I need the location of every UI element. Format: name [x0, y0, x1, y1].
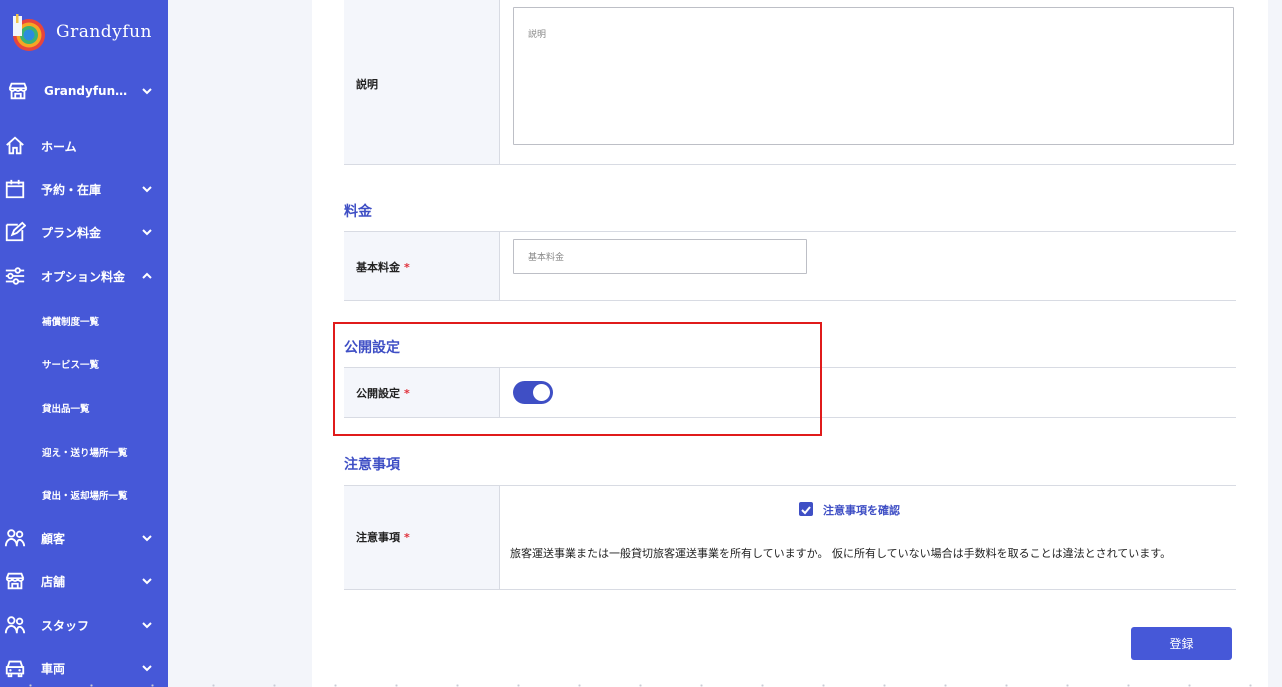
- store-icon: [5, 572, 25, 590]
- chevron-down-icon: [142, 229, 152, 236]
- notes-text: 旅客運送事業または一般貸切旅客運送事業を所有していますか。 仮に所有していない場…: [510, 547, 1172, 560]
- logo-text: Grandyfun: [56, 22, 152, 42]
- store-icon: [8, 82, 28, 100]
- description-placeholder: 説明: [528, 30, 547, 40]
- notes-confirm-label[interactable]: 注意事項を確認: [823, 502, 900, 518]
- sidebar-item-stores[interactable]: 店舗: [0, 563, 168, 599]
- base-price-placeholder: 基本料金: [528, 253, 565, 263]
- chevron-down-icon: [142, 578, 152, 585]
- chevron-down-icon: [142, 665, 152, 672]
- notes-confirm-checkbox[interactable]: [799, 502, 813, 516]
- highlight-box: [333, 322, 822, 436]
- submit-button[interactable]: 登録: [1131, 627, 1232, 660]
- check-icon: [801, 506, 811, 515]
- car-icon: [5, 660, 25, 678]
- brand-logo-icon: [13, 14, 45, 51]
- calendar-icon: [5, 179, 25, 199]
- sidebar-subitem-rental-items-list[interactable]: 貸出品一覧: [42, 401, 90, 415]
- base-price-input[interactable]: 基本料金: [513, 239, 807, 274]
- sidebar-item-label: 顧客: [41, 531, 66, 546]
- sidebar-item-home[interactable]: ホーム: [0, 128, 168, 164]
- chevron-down-icon: [142, 535, 152, 542]
- chevron-down-icon: [142, 186, 152, 193]
- sidebar-item-label: スタッフ: [41, 618, 90, 633]
- sidebar: Grandyfun Grandyfun… ホーム 予約・在庫 プラン料金 オプシ…: [0, 0, 168, 687]
- sidebar-item-reservations[interactable]: 予約・在庫: [0, 171, 168, 207]
- sliders-icon: [5, 267, 25, 285]
- sidebar-item-label: 店舗: [41, 574, 66, 589]
- sidebar-subitem-service-list[interactable]: サービス一覧: [42, 357, 99, 371]
- required-mark: *: [404, 261, 410, 274]
- home-icon: [6, 136, 24, 155]
- sidebar-item-plan-pricing[interactable]: プラン料金: [0, 214, 168, 250]
- required-mark: *: [404, 531, 410, 544]
- users-icon: [4, 616, 26, 634]
- sidebar-subitem-rental-return-locations-list[interactable]: 貸出・返却場所一覧: [42, 488, 128, 502]
- sidebar-item-vehicles[interactable]: 車両: [0, 650, 168, 686]
- users-icon: [4, 529, 26, 547]
- chevron-down-icon: [142, 622, 152, 629]
- logo[interactable]: Grandyfun: [10, 12, 152, 52]
- sidebar-item-label: ホーム: [41, 139, 77, 154]
- description-textarea[interactable]: 説明: [513, 7, 1234, 145]
- sidebar-item-label: プラン料金: [41, 225, 102, 240]
- chevron-up-icon: [142, 272, 152, 279]
- sidebar-item-option-pricing[interactable]: オプション料金: [0, 258, 168, 294]
- base-price-label: 基本料金 *: [356, 261, 410, 274]
- store-selector-label: Grandyfun…: [44, 84, 128, 98]
- divider: [344, 589, 1236, 590]
- sidebar-subitem-compensation-list[interactable]: 補償制度一覧: [42, 314, 99, 328]
- notes-section-title: 注意事項: [344, 457, 400, 473]
- divider: [344, 300, 1236, 301]
- sidebar-item-label: 予約・在庫: [41, 182, 102, 197]
- sidebar-subitem-pickup-locations-list[interactable]: 迎え・送り場所一覧: [42, 445, 128, 459]
- sidebar-item-label: 車両: [41, 661, 66, 676]
- description-label: 説明: [356, 78, 378, 91]
- chevron-down-icon: [142, 88, 152, 95]
- pricing-section-title: 料金: [344, 204, 372, 220]
- divider: [344, 164, 1236, 165]
- edit-icon: [5, 221, 26, 242]
- sidebar-item-staff[interactable]: スタッフ: [0, 607, 168, 643]
- sidebar-item-customers[interactable]: 顧客: [0, 520, 168, 556]
- notes-label: 注意事項 *: [356, 531, 410, 544]
- sidebar-item-label: オプション料金: [41, 269, 126, 284]
- store-selector[interactable]: Grandyfun…: [0, 73, 168, 109]
